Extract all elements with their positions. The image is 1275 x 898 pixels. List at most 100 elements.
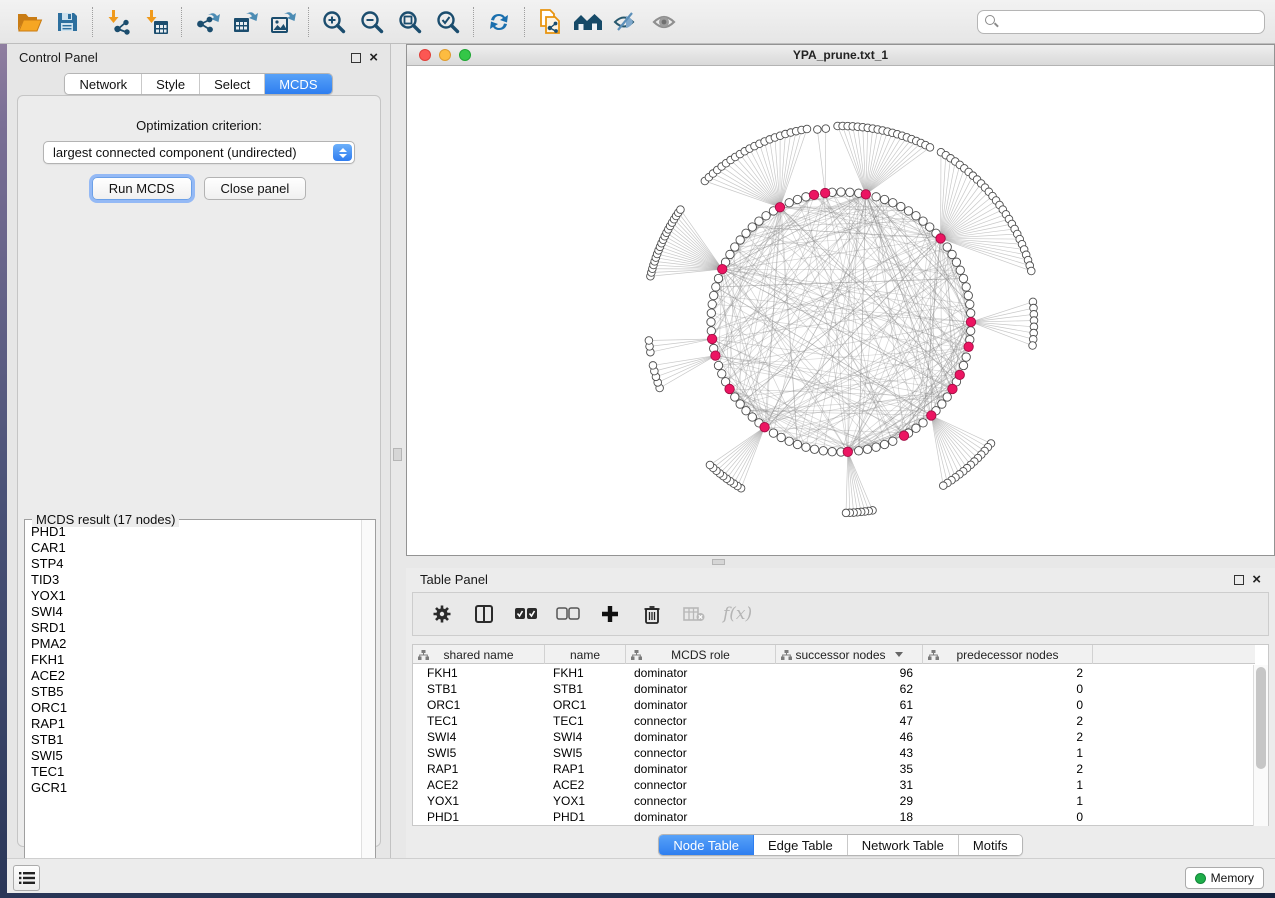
network-node[interactable]	[966, 309, 974, 317]
select-all-button[interactable]	[513, 601, 539, 627]
column-header-shared-name[interactable]: shared name	[413, 645, 545, 664]
zoom-fit-button[interactable]	[391, 5, 429, 39]
network-canvas[interactable]	[407, 66, 1274, 555]
unselect-all-button[interactable]	[555, 601, 581, 627]
network-hub-node[interactable]	[809, 190, 818, 199]
network-node[interactable]	[731, 243, 739, 251]
open-file-button[interactable]	[10, 5, 48, 39]
network-node[interactable]	[748, 413, 756, 421]
network-node[interactable]	[708, 300, 716, 308]
network-node[interactable]	[769, 429, 777, 437]
network-hub-node[interactable]	[843, 447, 852, 456]
column-header-name[interactable]: name	[545, 645, 626, 664]
mcds-result-item[interactable]: YOX1	[31, 588, 360, 604]
network-node[interactable]	[742, 229, 750, 237]
zoom-selected-button[interactable]	[429, 5, 467, 39]
mcds-result-item[interactable]: SWI5	[31, 748, 360, 764]
clone-network-button[interactable]	[531, 5, 569, 39]
delete-column-button[interactable]	[639, 601, 665, 627]
tab-select[interactable]: Select	[200, 74, 265, 94]
export-network-button[interactable]	[188, 5, 226, 39]
network-node[interactable]	[842, 509, 850, 517]
table-row[interactable]: FKH1FKH1dominator962	[413, 665, 1255, 681]
network-node[interactable]	[755, 217, 763, 225]
network-hub-node[interactable]	[966, 317, 975, 326]
network-node[interactable]	[714, 361, 722, 369]
column-header-successor-nodes[interactable]: successor nodes	[776, 645, 923, 664]
network-node[interactable]	[677, 206, 685, 214]
network-node[interactable]	[952, 258, 960, 266]
network-node[interactable]	[736, 400, 744, 408]
function-builder-button[interactable]: f(x)	[723, 601, 752, 627]
network-node[interactable]	[880, 195, 888, 203]
hide-details-button[interactable]	[607, 5, 645, 39]
network-node[interactable]	[718, 370, 726, 378]
export-table-button[interactable]	[226, 5, 264, 39]
float-panel-icon[interactable]	[1234, 575, 1244, 585]
close-panel-icon[interactable]: ×	[1252, 575, 1261, 585]
network-node[interactable]	[926, 223, 934, 231]
network-node[interactable]	[707, 318, 715, 326]
mcds-result-item[interactable]: ACE2	[31, 668, 360, 684]
network-hub-node[interactable]	[711, 351, 720, 360]
add-column-button[interactable]	[597, 601, 623, 627]
network-node[interactable]	[762, 212, 770, 220]
network-hub-node[interactable]	[936, 234, 945, 243]
column-header-predecessor-nodes[interactable]: predecessor nodes	[923, 645, 1093, 664]
tab-network-table[interactable]: Network Table	[848, 835, 959, 855]
network-hub-node[interactable]	[775, 203, 784, 212]
mcds-result-item[interactable]: GCR1	[31, 780, 360, 796]
table-row[interactable]: PHD1PHD1dominator180	[413, 809, 1255, 825]
network-node[interactable]	[793, 195, 801, 203]
network-node[interactable]	[964, 291, 972, 299]
network-node[interactable]	[959, 361, 967, 369]
mcds-result-item[interactable]: STP4	[31, 556, 360, 572]
network-node[interactable]	[837, 188, 845, 196]
network-node[interactable]	[793, 440, 801, 448]
network-node[interactable]	[948, 250, 956, 258]
network-node[interactable]	[819, 447, 827, 455]
network-hub-node[interactable]	[948, 384, 957, 393]
column-header-mcds-role[interactable]: MCDS role	[626, 645, 776, 664]
network-node[interactable]	[863, 445, 871, 453]
network-node[interactable]	[880, 440, 888, 448]
network-node[interactable]	[712, 283, 720, 291]
close-panel-button[interactable]: Close panel	[204, 177, 307, 200]
network-node[interactable]	[707, 309, 715, 317]
run-mcds-button[interactable]: Run MCDS	[92, 177, 192, 200]
search-input[interactable]	[977, 10, 1265, 34]
network-node[interactable]	[802, 443, 810, 451]
network-node[interactable]	[966, 327, 974, 335]
network-hub-node[interactable]	[861, 190, 870, 199]
table-row[interactable]: STB1STB1dominator620	[413, 681, 1255, 697]
tab-network[interactable]: Network	[65, 74, 142, 94]
network-window-titlebar[interactable]: YPA_prune.txt_1	[407, 45, 1274, 66]
delete-table-button[interactable]	[681, 601, 707, 627]
network-node[interactable]	[872, 443, 880, 451]
network-node[interactable]	[822, 125, 830, 133]
network-node[interactable]	[742, 407, 750, 415]
network-node[interactable]	[645, 337, 653, 345]
network-node[interactable]	[919, 419, 927, 427]
network-node[interactable]	[966, 300, 974, 308]
refresh-view-button[interactable]	[480, 5, 518, 39]
network-hub-node[interactable]	[725, 384, 734, 393]
network-node[interactable]	[926, 144, 934, 152]
network-hub-node[interactable]	[718, 264, 727, 273]
network-node[interactable]	[777, 433, 785, 441]
export-image-button[interactable]	[264, 5, 302, 39]
network-node[interactable]	[785, 199, 793, 207]
mcds-result-item[interactable]: TID3	[31, 572, 360, 588]
network-node[interactable]	[872, 193, 880, 201]
split-panel-button[interactable]	[471, 601, 497, 627]
network-node[interactable]	[939, 482, 947, 490]
network-node[interactable]	[855, 447, 863, 455]
network-node[interactable]	[714, 274, 722, 282]
network-node[interactable]	[912, 424, 920, 432]
network-node[interactable]	[938, 400, 946, 408]
network-hub-node[interactable]	[964, 342, 973, 351]
vertical-splitter[interactable]	[391, 44, 406, 858]
tab-node-table[interactable]: Node Table	[659, 835, 754, 855]
mcds-result-item[interactable]: RAP1	[31, 716, 360, 732]
table-scrollbar[interactable]	[1253, 665, 1268, 826]
